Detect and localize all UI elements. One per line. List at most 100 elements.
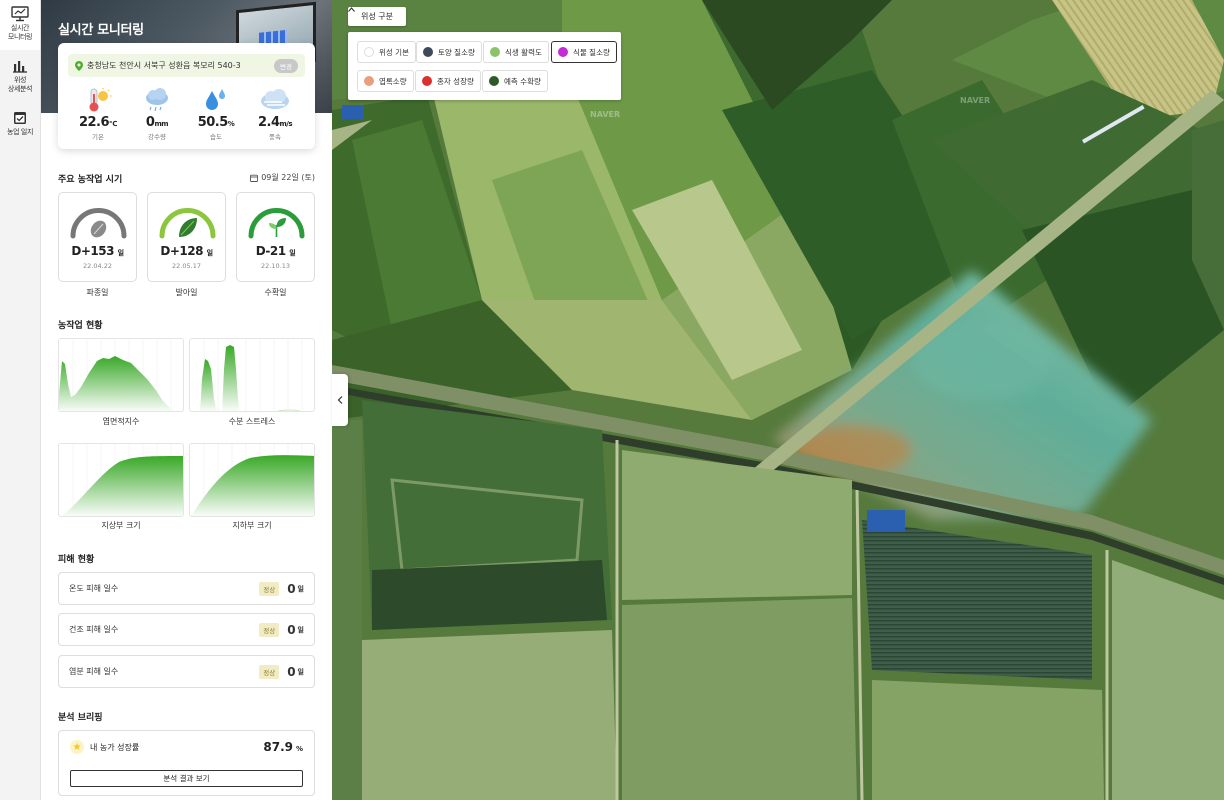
temperature-damage-label: 온도 피해 일수 [69, 584, 119, 593]
option-label: 식생 활력도 [505, 47, 542, 57]
temperature-label: 기온 [92, 133, 104, 141]
option-label: 토양 질소량 [438, 47, 475, 57]
germination-date-card: D+128 일 22.05.17 [147, 192, 226, 282]
harvest-dday-unit: 일 [289, 249, 296, 257]
lai-chart [58, 338, 184, 412]
monitor-icon [11, 6, 29, 22]
building [342, 105, 364, 119]
germination-dday: D+128 [160, 244, 203, 258]
harvest-label: 수확일 [264, 288, 287, 297]
salinity-damage-unit: 일 [297, 667, 304, 676]
option-predicted-yield[interactable]: 예측 수확량 [482, 70, 548, 92]
schedule-title: 주요 농작업 시기 [58, 175, 123, 185]
satellite-imagery [332, 0, 1224, 800]
salinity-damage-row: 염분 피해 일수 정상 0 일 [58, 655, 315, 688]
weather-card: 충청남도 천안시 서북구 성환읍 복모리 540-3 변경 22.6℃ 기온 0… [58, 43, 315, 149]
humidity-value: 50.5 [197, 115, 229, 130]
option-satellite-basic[interactable]: 위성 기본 [357, 41, 416, 63]
lai-area [59, 356, 174, 411]
option-label: 식물 질소량 [573, 47, 610, 57]
red-dot-icon [422, 76, 432, 86]
temperature-damage-row: 온도 피해 일수 정상 0 일 [58, 572, 315, 605]
option-label: 엽록소량 [379, 76, 407, 86]
drought-damage-label: 건조 피해 일수 [69, 625, 119, 634]
sowing-label: 파종일 [86, 288, 109, 297]
option-label: 위성 기본 [379, 47, 409, 57]
page-title: 실시간 모니터링 [58, 23, 144, 38]
white-dot-icon [364, 47, 374, 57]
humidity-label: 습도 [210, 133, 222, 141]
navy-dot-icon [423, 47, 433, 57]
temperature-unit: ℃ [109, 120, 118, 128]
address-bar: 충청남도 천안시 서북구 성환읍 복모리 540-3 변경 [68, 54, 305, 77]
left-nav: 실시간 모니터링 위성 상세분석 농업 일지 [0, 0, 41, 800]
water-stress-area-2 [222, 345, 240, 411]
nav-item-label: 실시간 모니터링 [7, 24, 33, 41]
change-address-button[interactable]: 변경 [274, 58, 298, 73]
growth-rate-label: 내 농가 성장률 [90, 742, 140, 752]
chevron-up-icon [348, 7, 355, 12]
calendar-icon [250, 174, 259, 182]
water-drops-icon [206, 89, 225, 110]
purple-dot-icon [558, 47, 568, 57]
star-icon: ★ [70, 740, 84, 754]
chevron-left-icon [337, 396, 343, 404]
nav-item-satellite-analysis[interactable]: 위성 상세분석 [0, 52, 40, 102]
thermometer-sun-icon [89, 88, 112, 112]
nav-item-label: 위성 상세분석 [7, 76, 33, 93]
status-badge: 정상 [259, 622, 280, 637]
map-watermark: NAVER [960, 96, 991, 105]
status-badge: 정상 [259, 581, 280, 596]
drought-damage-unit: 일 [297, 625, 304, 634]
harvest-date-card: D-21 일 22.10.13 [236, 192, 315, 282]
growth-rate-unit: % [295, 745, 303, 753]
option-soil-nitrogen[interactable]: 토양 질소량 [416, 41, 482, 63]
sowing-date: 22.04.22 [83, 262, 112, 270]
briefing-card: ★ 내 농가 성장률 87.9% 분석 결과 보기 [58, 730, 315, 796]
map-watermark: NAVER [590, 110, 621, 119]
calendar-check-icon [14, 112, 26, 124]
satellite-type-toggle[interactable]: 위성 구분 [348, 7, 406, 26]
option-vegetation-vitality[interactable]: 식생 활력도 [483, 41, 549, 63]
wind-unit: m/s [279, 120, 293, 128]
option-plant-nitrogen[interactable]: 식물 질소량 [551, 41, 617, 63]
precipitation-label: 강수량 [148, 133, 166, 141]
sowing-gauge [70, 208, 127, 239]
temperature-value: 22.6 [78, 115, 110, 130]
dark-green-dot-icon [489, 76, 499, 86]
option-chlorophyll[interactable]: 엽록소량 [357, 70, 414, 92]
sprout-icon [269, 218, 286, 237]
germination-label: 발아일 [175, 288, 198, 297]
wind-value: 2.4 [257, 115, 280, 130]
collapse-panel-button[interactable] [332, 374, 348, 426]
view-analysis-button[interactable]: 분석 결과 보기 [70, 770, 303, 787]
temperature-damage-unit: 일 [297, 584, 304, 593]
option-seed-growth[interactable]: 종자 성장량 [415, 70, 481, 92]
sowing-dday: D+153 [71, 244, 114, 258]
salinity-damage-label: 염분 피해 일수 [69, 667, 119, 676]
harvest-gauge [248, 208, 305, 239]
building [867, 510, 905, 532]
drought-damage-row: 건조 피해 일수 정상 0 일 [58, 613, 315, 646]
salinity-damage-value: 0 [287, 664, 296, 679]
precipitation-unit: mm [154, 120, 169, 128]
weather-precipitation: 0mm 강수량 [127, 87, 187, 141]
leaf-icon [179, 218, 197, 237]
aboveground-label: 지상부 크기 [101, 521, 141, 530]
lai-label: 엽면적지수 [102, 417, 140, 426]
wind-cloud-icon [261, 89, 289, 109]
growth-rate-value: 87.9 [263, 740, 293, 754]
nav-item-realtime-monitoring[interactable]: 실시간 모니터링 [0, 0, 40, 50]
underground-chart [189, 443, 315, 517]
water-stress-chart [189, 338, 315, 412]
water-stress-area [200, 359, 217, 411]
aboveground-chart [58, 443, 184, 517]
germination-date: 22.05.17 [172, 262, 201, 270]
briefing-title: 분석 브리핑 [58, 713, 103, 723]
status-badge: 정상 [259, 664, 280, 679]
water-stress-label: 수분 스트레스 [228, 417, 276, 426]
seed-icon [90, 220, 107, 238]
temperature-damage-value: 0 [287, 581, 296, 596]
satellite-map[interactable]: NAVER NAVER 위성 구분 위성 기본 토양 질소량 식생 활력도 식물… [332, 0, 1224, 800]
nav-item-farm-diary[interactable]: 농업 일지 [0, 104, 40, 145]
